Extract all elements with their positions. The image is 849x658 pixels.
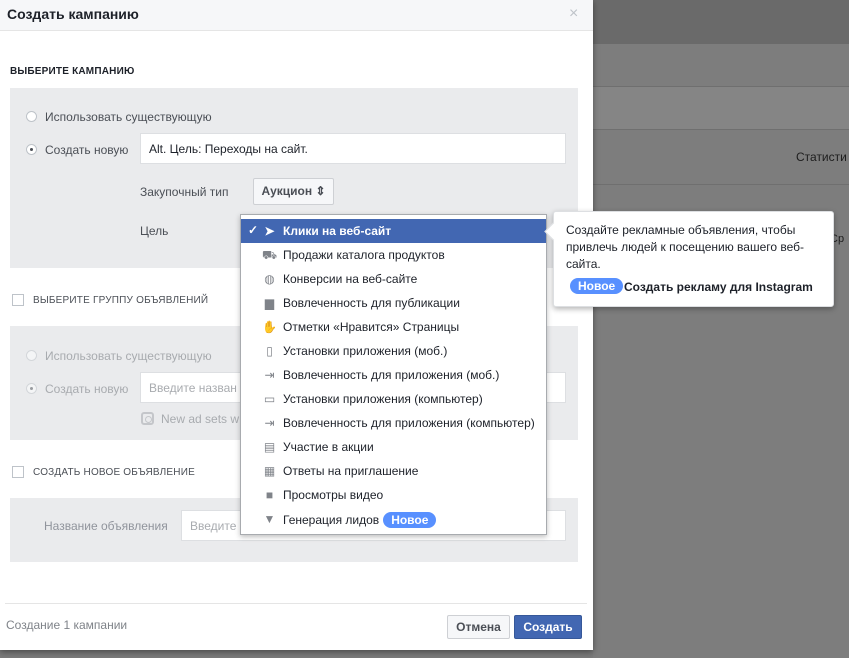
funnel-icon: ▼ bbox=[263, 512, 276, 526]
new-badge: Новое bbox=[570, 278, 624, 294]
use-existing-adset-label: Использовать существующую bbox=[45, 349, 212, 363]
objective-option-text: Ответы на приглашение bbox=[283, 464, 419, 478]
create-button[interactable]: Создать bbox=[514, 615, 582, 639]
objective-option[interactable]: ■ Просмотры видео bbox=[241, 483, 546, 507]
objective-option-text: Участие в акции bbox=[283, 440, 374, 454]
dialog-header: Создать кампанию × bbox=[0, 0, 593, 31]
ad-name-label: Название объявления bbox=[44, 519, 168, 533]
objective-option[interactable]: ✋ Отметки «Нравится» Страницы bbox=[241, 315, 546, 339]
objective-option-text: Продажи каталога продуктов bbox=[283, 248, 445, 262]
create-new-campaign-radio[interactable] bbox=[26, 144, 37, 155]
ad-section-checkbox[interactable] bbox=[12, 466, 24, 478]
campaign-count-summary: Создание 1 кампании bbox=[6, 618, 128, 632]
new-badge: Новое bbox=[383, 512, 437, 528]
buying-type-select[interactable]: Аукцион ⇕ bbox=[253, 178, 334, 205]
objective-option-label: Вовлеченность для публикации bbox=[283, 296, 460, 310]
use-existing-campaign-radio[interactable] bbox=[26, 111, 37, 122]
adset-section-checkbox[interactable] bbox=[12, 294, 24, 306]
objective-option-label: Вовлеченность для приложения (компьютер) bbox=[283, 416, 535, 430]
objective-option[interactable]: ▭ Установки приложения (компьютер) bbox=[241, 387, 546, 411]
instagram-icon bbox=[141, 412, 154, 425]
mobile-install-icon: ▯ bbox=[266, 344, 273, 358]
objective-option-text: Клики на веб-сайт bbox=[283, 224, 392, 238]
objective-label: Цель bbox=[140, 224, 169, 238]
objective-option-label: Продажи каталога продуктов bbox=[283, 248, 445, 262]
create-new-campaign-label: Создать новую bbox=[45, 143, 129, 157]
objective-option-text: Вовлеченность для публикации bbox=[283, 296, 460, 310]
posts-icon: ▆ bbox=[264, 296, 275, 310]
background-divider bbox=[593, 184, 849, 185]
instagram-ad-link[interactable]: Создать рекламу для Instagram bbox=[624, 280, 813, 294]
objective-option[interactable]: ▤ Участие в акции bbox=[241, 435, 546, 459]
objective-option-label: Установки приложения (компьютер) bbox=[283, 392, 483, 406]
create-new-adset-label: Создать новую bbox=[45, 382, 129, 396]
objective-option-label: Установки приложения (моб.) bbox=[283, 344, 447, 358]
objective-option-text: Установки приложения (компьютер) bbox=[283, 392, 483, 406]
campaign-section-label: ВЫБЕРИТЕ КАМПАНИЮ bbox=[10, 66, 135, 77]
close-icon[interactable]: × bbox=[569, 5, 578, 23]
objective-option[interactable]: ▦ Ответы на приглашение bbox=[241, 459, 546, 483]
footer-divider bbox=[5, 603, 587, 604]
dialog-title: Создать кампанию bbox=[7, 6, 139, 22]
objective-option-text: Конверсии на веб-сайте bbox=[283, 272, 418, 286]
objective-option-label: Вовлеченность для приложения (моб.) bbox=[283, 368, 499, 382]
background-stats-label: Статисти bbox=[796, 150, 847, 164]
background-topbar bbox=[593, 0, 849, 44]
objective-option-text: Генерация лидов bbox=[283, 513, 380, 527]
campaign-name-input[interactable]: Alt. Цель: Переходы на сайт. bbox=[140, 133, 566, 164]
objective-option-text: Отметки «Нравится» Страницы bbox=[283, 320, 460, 334]
globe-icon: ◍ bbox=[264, 272, 275, 286]
objective-option[interactable]: ⇥ Вовлеченность для приложения (моб.) bbox=[241, 363, 546, 387]
video-camera-icon: ■ bbox=[265, 488, 274, 502]
objective-option-text: Установки приложения (моб.) bbox=[283, 344, 448, 358]
objective-option[interactable]: ◍ Конверсии на веб-сайте bbox=[241, 267, 546, 291]
cart-icon: ⛟ bbox=[262, 248, 278, 262]
objective-option-text: Просмотры видео bbox=[283, 488, 384, 502]
objective-option[interactable]: ✓ ➤ Клики на веб-сайт bbox=[241, 219, 546, 243]
ad-section-label: СОЗДАТЬ НОВОЕ ОБЪЯВЛЕНИЕ bbox=[33, 467, 195, 478]
objective-option[interactable]: ⇥ Вовлеченность для приложения (компьютер… bbox=[241, 411, 546, 435]
objective-dropdown: ✓ ➤ Клики на веб-сайт ⛟ Продажи каталога про… bbox=[240, 214, 547, 535]
objective-option-text: Вовлеченность для приложения (моб.) bbox=[283, 368, 500, 382]
buying-type-label: Закупочный тип bbox=[140, 185, 229, 199]
objective-tooltip: Создайте рекламные объявления, чтобы при… bbox=[553, 211, 834, 307]
calendar-icon: ▦ bbox=[263, 464, 276, 478]
objective-option-label: Участие в акции bbox=[283, 440, 374, 454]
background-toolbar bbox=[593, 86, 849, 130]
checkmark-icon: ✓ bbox=[248, 223, 259, 237]
desktop-engage-icon: ⇥ bbox=[264, 416, 275, 430]
desktop-install-icon: ▭ bbox=[263, 392, 276, 406]
use-existing-adset-radio[interactable] bbox=[26, 350, 37, 361]
mobile-engage-icon: ⇥ bbox=[264, 368, 275, 382]
objective-option[interactable]: ▯ Установки приложения (моб.) bbox=[241, 339, 546, 363]
adset-section-label: ВЫБЕРИТЕ ГРУППУ ОБЪЯВЛЕНИЙ bbox=[33, 295, 209, 306]
thumbs-up-icon: ✋ bbox=[262, 320, 277, 334]
objective-option[interactable]: ⛟ Продажи каталога продуктов bbox=[241, 243, 546, 267]
objective-option-label: Клики на веб-сайт bbox=[283, 224, 391, 238]
offer-icon: ▤ bbox=[263, 440, 276, 454]
objective-option[interactable]: ▼ Генерация лидов Новое bbox=[241, 507, 546, 531]
objective-option-label: Отметки «Нравится» Страницы bbox=[283, 320, 459, 334]
tooltip-text: Создайте рекламные объявления, чтобы при… bbox=[566, 223, 805, 271]
use-existing-campaign-label: Использовать существующую bbox=[45, 110, 212, 124]
instagram-note: New ad sets w bbox=[161, 412, 240, 426]
objective-option-text: Вовлеченность для приложения (компьютер) bbox=[283, 416, 535, 430]
cancel-button[interactable]: Отмена bbox=[447, 615, 510, 639]
objective-option-label: Ответы на приглашение bbox=[283, 464, 418, 478]
cursor-icon: ➤ bbox=[264, 224, 275, 238]
objective-option-label: Просмотры видео bbox=[283, 488, 383, 502]
objective-option-label: Генерация лидов Новое bbox=[283, 512, 437, 528]
create-new-adset-radio[interactable] bbox=[26, 383, 37, 394]
objective-option[interactable]: ▆ Вовлеченность для публикации bbox=[241, 291, 546, 315]
objective-option-label: Конверсии на веб-сайте bbox=[283, 272, 417, 286]
